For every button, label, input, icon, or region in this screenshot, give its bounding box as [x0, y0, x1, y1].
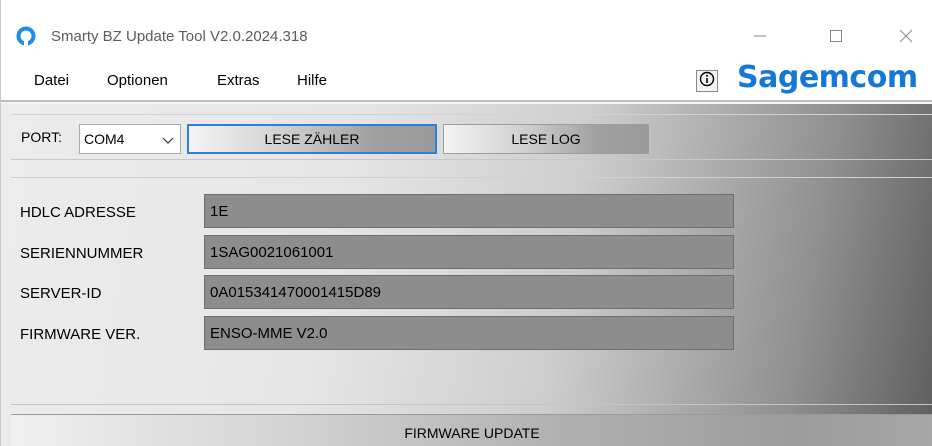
- info-icon: [699, 71, 715, 92]
- read-log-button[interactable]: LESE LOG: [443, 124, 649, 154]
- server-id-field: 0A015341470001415D89: [204, 275, 734, 309]
- minimize-button[interactable]: [737, 18, 783, 58]
- menu-item-hilfe[interactable]: Hilfe: [297, 72, 327, 89]
- port-select-value: COM4: [84, 131, 125, 147]
- port-select[interactable]: COM4: [79, 124, 181, 154]
- read-log-button-label: LESE LOG: [511, 131, 581, 147]
- close-icon: [899, 29, 913, 48]
- menu-item-extras[interactable]: Extras: [217, 72, 260, 89]
- read-meter-button-label: LESE ZÄHLER: [264, 131, 360, 147]
- maximize-button[interactable]: [813, 18, 859, 58]
- serial-number-field: 1SAG0021061001: [204, 235, 734, 269]
- main-panel: PORT: COM4 LESE ZÄHLER LESE LOG HDLC ADR…: [1, 104, 932, 446]
- server-id-label: SERVER-ID: [20, 285, 102, 302]
- hdlc-address-field: 1E: [204, 194, 734, 228]
- firmware-version-label: FIRMWARE VER.: [20, 326, 141, 343]
- info-button[interactable]: [696, 70, 718, 92]
- firmware-version-value: ENSO-MME V2.0: [210, 324, 328, 342]
- server-id-value: 0A015341470001415D89: [210, 283, 381, 301]
- app-ring-icon: [16, 26, 36, 46]
- read-meter-button[interactable]: LESE ZÄHLER: [187, 124, 437, 154]
- hdlc-address-label: HDLC ADRESSE: [20, 204, 136, 221]
- title-bar: Smarty BZ Update Tool V2.0.2024.318: [1, 0, 932, 58]
- menu-item-datei[interactable]: Datei: [34, 72, 69, 89]
- minimize-icon: [753, 29, 767, 48]
- separator: [11, 177, 932, 178]
- close-button[interactable]: [883, 18, 929, 58]
- serial-number-value: 1SAG0021061001: [210, 243, 334, 261]
- maximize-icon: [829, 29, 843, 48]
- hdlc-address-value: 1E: [210, 202, 229, 220]
- chevron-down-icon: [162, 133, 174, 149]
- app-window: Smarty BZ Update Tool V2.0.2024.318 Date…: [0, 0, 932, 446]
- serial-number-label: SERIENNUMMER: [20, 245, 144, 262]
- port-label: PORT:: [21, 129, 62, 145]
- firmware-update-button-label: FIRMWARE UPDATE: [404, 424, 540, 441]
- sagemcom-logo: Sagemcom: [737, 60, 918, 95]
- bottom-separator: [11, 404, 932, 405]
- firmware-update-button[interactable]: FIRMWARE UPDATE: [11, 414, 932, 446]
- window-title: Smarty BZ Update Tool V2.0.2024.318: [51, 28, 308, 45]
- menu-item-optionen[interactable]: Optionen: [107, 72, 168, 89]
- menu-bar: Datei Optionen Extras Hilfe Sagemcom: [1, 58, 932, 102]
- firmware-version-field: ENSO-MME V2.0: [204, 316, 734, 350]
